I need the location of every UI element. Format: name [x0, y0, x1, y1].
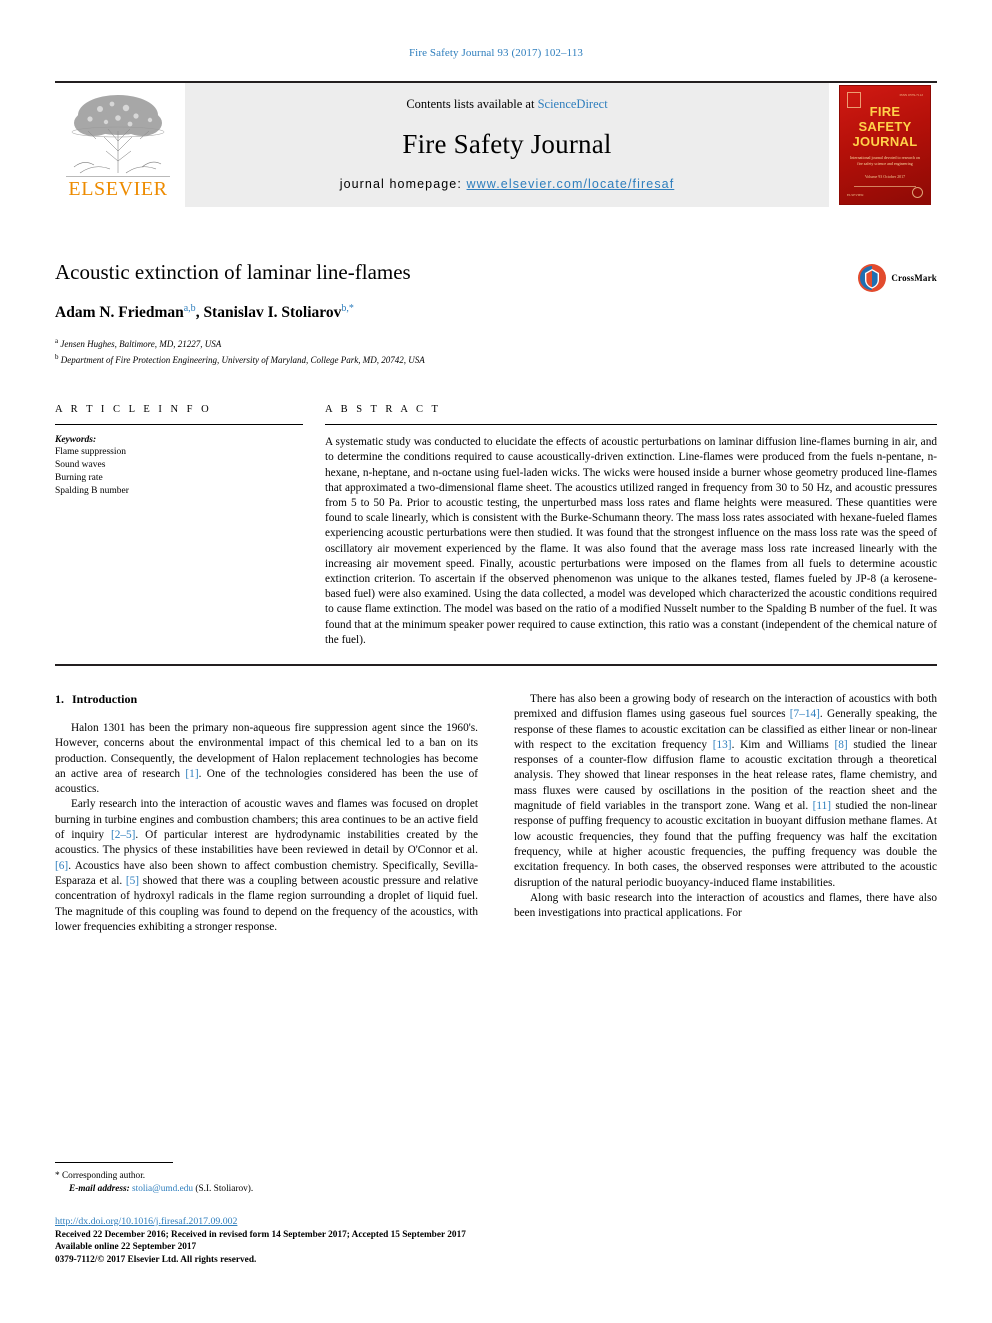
- affiliation-1: a Jensen Hughes, Baltimore, MD, 21227, U…: [55, 335, 937, 351]
- section-title: Introduction: [72, 692, 138, 706]
- info-abstract-section: A R T I C L E I N F O Keywords: Flame su…: [55, 404, 937, 648]
- affiliation-text-1: Jensen Hughes, Baltimore, MD, 21227, USA: [60, 339, 222, 350]
- cover-volume: Volume 93 October 2017: [864, 174, 906, 179]
- footnote-area: * Corresponding author. E-mail address: …: [55, 1162, 475, 1267]
- page-title: Acoustic extinction of laminar line-flam…: [55, 260, 411, 284]
- crossmark-badge[interactable]: CrossMark: [857, 263, 937, 293]
- author-marks-2: b,*: [341, 303, 354, 314]
- cover-title-line2: SAFETY: [858, 119, 912, 134]
- section-heading-introduction: 1. Introduction: [55, 692, 478, 707]
- keyword-item: Sound waves: [55, 460, 106, 471]
- homepage-prefix: journal homepage:: [339, 177, 467, 191]
- body-column-right: There has also been a growing body of re…: [514, 692, 937, 935]
- email-suffix: (S.I. Stoliarov).: [195, 1184, 254, 1195]
- cover-divider: [854, 186, 916, 187]
- journal-homepage-link[interactable]: www.elsevier.com/locate/firesaf: [467, 177, 675, 191]
- citation-ref[interactable]: [6]: [55, 860, 68, 872]
- cover-seal-icon: [912, 187, 923, 198]
- elsevier-divider: [66, 176, 170, 177]
- cover-issn: ISSN 0379-7112: [899, 93, 924, 97]
- running-head: Fire Safety Journal 93 (2017) 102–113: [408, 47, 584, 59]
- paper-page: Fire Safety Journal 93 (2017) 102–113 EL…: [0, 0, 992, 1323]
- affiliation-2: b Department of Fire Protection Engineer…: [55, 351, 937, 367]
- doi-link[interactable]: http://dx.doi.org/10.1016/j.firesaf.2017…: [55, 1216, 237, 1227]
- contents-available-line: Contents lists available at ScienceDirec…: [185, 97, 829, 112]
- citation-ref[interactable]: [8]: [834, 739, 847, 751]
- email-label: E-mail address:: [69, 1184, 130, 1195]
- abstract-column: A B S T R A C T A systematic study was c…: [325, 404, 937, 648]
- doi-block: http://dx.doi.org/10.1016/j.firesaf.2017…: [55, 1211, 475, 1267]
- paragraph: Along with basic research into the inter…: [514, 891, 937, 920]
- crossmark-icon: [858, 264, 887, 292]
- elsevier-wordmark: ELSEVIER: [68, 178, 168, 200]
- journal-cover-image: ISSN 0379-7112 FIRE SAFETY JOURNAL Inter…: [839, 85, 931, 205]
- citation-ref[interactable]: [2–5]: [111, 829, 135, 841]
- citation-ref[interactable]: [11]: [813, 800, 831, 812]
- affiliation-text-2: Department of Fire Protection Engineerin…: [60, 354, 425, 365]
- paragraph: Halon 1301 has been the primary non-aque…: [55, 722, 478, 796]
- citation-ref[interactable]: [5]: [126, 875, 139, 887]
- copyright-line: 0379-7112/© 2017 Elsevier Ltd. All right…: [55, 1255, 257, 1266]
- available-online-date: Available online 22 September 2017: [55, 1242, 197, 1253]
- keyword-item: Burning rate: [55, 473, 103, 484]
- citation-ref[interactable]: [7–14]: [790, 708, 820, 720]
- citation-ref[interactable]: [1]: [185, 768, 198, 780]
- section-number: 1.: [55, 692, 64, 706]
- cover-publisher-icon: [847, 92, 861, 108]
- keyword-item: Flame suppression: [55, 447, 126, 458]
- keyword-item: Spalding B number: [55, 486, 129, 497]
- citation-ref[interactable]: [13]: [713, 739, 732, 751]
- paragraph: There has also been a growing body of re…: [514, 693, 938, 889]
- affiliation-mark-1: a: [55, 337, 59, 346]
- email-note: E-mail address: stolia@umd.edu (S.I. Sto…: [55, 1183, 475, 1196]
- corresponding-author-note: * Corresponding author.: [55, 1171, 146, 1182]
- article-info-column: A R T I C L E I N F O Keywords: Flame su…: [55, 404, 303, 648]
- cover-subtitle: International journal devoted to researc…: [850, 155, 920, 166]
- article-info-rule: [55, 424, 303, 426]
- journal-homepage-line: journal homepage: www.elsevier.com/locat…: [185, 177, 829, 191]
- cover-title-line3: JOURNAL: [852, 134, 918, 149]
- keywords-label: Keywords:: [55, 435, 97, 446]
- abstract-heading: A B S T R A C T: [325, 404, 441, 416]
- author-name-1: Adam N. Friedman: [55, 304, 184, 322]
- received-dates: Received 22 December 2016; Received in r…: [55, 1229, 466, 1240]
- contents-prefix: Contents lists available at: [406, 97, 538, 111]
- abstract-rule: [325, 424, 937, 426]
- section-divider: [55, 664, 937, 666]
- author-marks-1: a,b: [183, 303, 196, 314]
- elsevier-tree-icon: [66, 89, 170, 175]
- body-column-left: 1. Introduction Halon 1301 has been the p…: [55, 692, 478, 935]
- author-list: Adam N. Friedmana,b, Stanislav I. Stolia…: [55, 303, 354, 322]
- author-name-2: Stanislav I. Stoliarov: [203, 304, 342, 322]
- elsevier-logo-block: ELSEVIER: [55, 83, 181, 207]
- journal-masthead: ELSEVIER Contents lists available at Sci…: [55, 81, 937, 207]
- journal-title: Fire Safety Journal: [402, 129, 612, 159]
- contents-panel: Contents lists available at ScienceDirec…: [185, 83, 829, 207]
- body-columns: 1. Introduction Halon 1301 has been the p…: [55, 692, 937, 935]
- abstract-text: A systematic study was conducted to eluc…: [325, 436, 937, 646]
- article-title-block: Acoustic extinction of laminar line-flam…: [55, 259, 937, 366]
- journal-cover-block: ISSN 0379-7112 FIRE SAFETY JOURNAL Inter…: [833, 83, 937, 207]
- sciencedirect-link[interactable]: ScienceDirect: [538, 97, 608, 111]
- affiliation-mark-2: b: [55, 352, 59, 361]
- cover-publisher-name: ELSEVIER: [847, 193, 864, 197]
- footnote-rule: [55, 1162, 173, 1164]
- email-link[interactable]: stolia@umd.edu: [132, 1184, 193, 1194]
- crossmark-label: CrossMark: [891, 273, 937, 283]
- article-info-heading: A R T I C L E I N F O: [55, 404, 212, 416]
- paragraph: Early research into the interaction of a…: [55, 798, 478, 933]
